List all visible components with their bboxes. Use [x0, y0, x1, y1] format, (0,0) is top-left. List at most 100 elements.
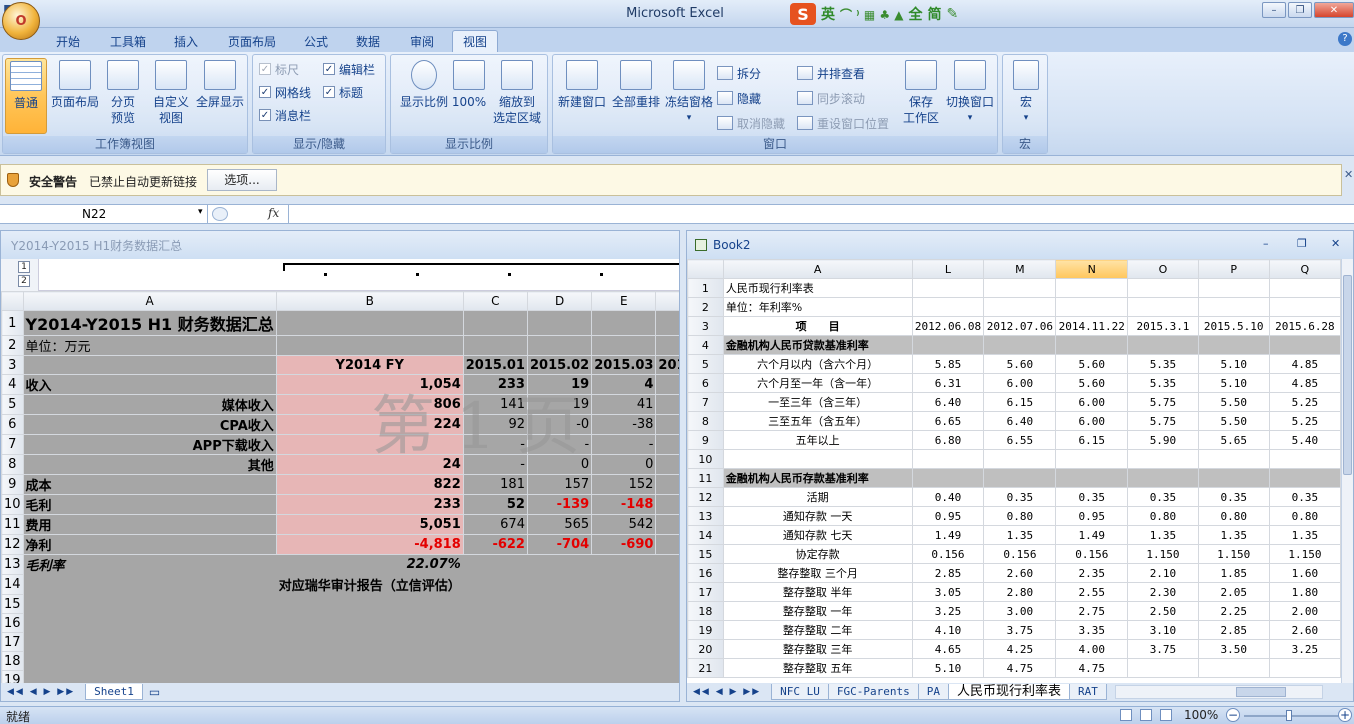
cell[interactable]: 4.85: [1268, 373, 1341, 393]
sheet-nav-icon[interactable]: ◀◀ ◀ ▶ ▶▶: [7, 687, 75, 697]
cell[interactable]: 三至五年（含五年）: [722, 411, 913, 431]
horizontal-scrollbar[interactable]: [1114, 685, 1323, 699]
cell[interactable]: 费用: [22, 514, 277, 535]
cell[interactable]: 0: [591, 454, 657, 475]
cell[interactable]: [655, 554, 679, 575]
row-header[interactable]: 13: [687, 506, 724, 526]
cell[interactable]: 2015.6.28: [1268, 316, 1341, 336]
office-button[interactable]: O: [2, 2, 40, 40]
unhide-button[interactable]: 取消隐藏: [717, 113, 785, 133]
cell[interactable]: [462, 670, 528, 683]
tab-review[interactable]: 审阅: [400, 30, 444, 52]
sheet-tab-sheet1[interactable]: Sheet1: [85, 684, 143, 700]
cell[interactable]: [655, 574, 679, 595]
cell[interactable]: [655, 670, 679, 683]
cell[interactable]: 通知存款 一天: [722, 506, 913, 526]
row-header[interactable]: 15: [1, 594, 24, 614]
cell[interactable]: 3.00: [983, 601, 1057, 621]
switch-windows-button[interactable]: 切换窗口 ▾: [943, 58, 997, 134]
cell[interactable]: 0.35: [1055, 487, 1129, 507]
cell[interactable]: 22.07%: [275, 554, 464, 575]
tab-page-layout[interactable]: 页面布局: [218, 30, 286, 52]
full-screen-button[interactable]: 全屏显示: [193, 58, 247, 134]
cell[interactable]: [591, 651, 657, 671]
scrollbar-thumb[interactable]: [1235, 687, 1286, 697]
cell[interactable]: 5.40: [1268, 430, 1341, 450]
macros-button[interactable]: 宏 ▾: [1007, 58, 1045, 134]
cell[interactable]: [22, 670, 277, 683]
row-header[interactable]: 7: [687, 392, 724, 412]
cell[interactable]: [1268, 658, 1341, 678]
normal-view-button[interactable]: 普通: [5, 58, 47, 134]
cell[interactable]: 5.50: [1197, 411, 1270, 431]
zoom-to-selection-button[interactable]: 缩放到 选定区域: [489, 58, 545, 134]
cell[interactable]: 181: [462, 474, 528, 495]
cell[interactable]: [462, 574, 528, 595]
cell[interactable]: [983, 335, 1057, 355]
headings-checkbox[interactable]: ✓ 标题: [323, 82, 363, 102]
row-header[interactable]: 6: [1, 414, 24, 435]
formula-bar-splitter-icon[interactable]: [212, 207, 228, 221]
column-header[interactable]: P: [1197, 259, 1270, 279]
column-header[interactable]: C: [462, 291, 528, 311]
cell[interactable]: 5.90: [1127, 430, 1199, 450]
cell[interactable]: 净利: [22, 534, 277, 555]
row-header[interactable]: 6: [687, 373, 724, 393]
select-all-corner[interactable]: [687, 259, 724, 279]
cell[interactable]: 152: [591, 474, 657, 495]
tab-insert[interactable]: 插入: [164, 30, 208, 52]
cell[interactable]: 5.10: [1197, 373, 1270, 393]
cell[interactable]: -: [462, 434, 528, 455]
cell[interactable]: 4.75: [1055, 658, 1129, 678]
scrollbar-thumb[interactable]: [1343, 275, 1352, 475]
zoom-in-icon[interactable]: +: [1338, 708, 1352, 722]
options-button[interactable]: 选项...: [207, 169, 277, 191]
row-header[interactable]: 7: [1, 434, 24, 455]
cell[interactable]: 0: [526, 454, 593, 475]
cell[interactable]: 0.35: [983, 487, 1057, 507]
cell[interactable]: [655, 632, 679, 652]
row-header[interactable]: 9: [1, 474, 24, 495]
cell[interactable]: [1055, 468, 1129, 488]
cell[interactable]: 2.60: [1268, 620, 1341, 640]
cell[interactable]: 92: [462, 414, 528, 435]
cell[interactable]: 1.80: [1268, 582, 1341, 602]
cell[interactable]: 2015.5.10: [1197, 316, 1270, 336]
cell[interactable]: 五年以上: [722, 430, 913, 450]
row-header[interactable]: 18: [687, 601, 724, 621]
cell[interactable]: [275, 594, 464, 614]
cell[interactable]: [526, 632, 593, 652]
cell[interactable]: [22, 574, 277, 595]
cell[interactable]: [526, 574, 593, 595]
cell[interactable]: 金融机构人民币存款基准利率: [722, 468, 913, 488]
cell[interactable]: [22, 613, 277, 633]
cell[interactable]: [1127, 297, 1199, 317]
cell[interactable]: 0.95: [1055, 506, 1129, 526]
cell[interactable]: [1268, 297, 1341, 317]
row-header[interactable]: 16: [1, 613, 24, 633]
cell[interactable]: 1.60: [1268, 563, 1341, 583]
ruler-checkbox[interactable]: ✓ 标尺: [259, 59, 299, 79]
cell[interactable]: [1127, 468, 1199, 488]
save-workspace-button[interactable]: 保存 工作区: [899, 58, 943, 134]
cell[interactable]: 822: [275, 474, 464, 495]
cell[interactable]: 2014.11.22: [1055, 316, 1129, 336]
tab-data[interactable]: 数据: [346, 30, 390, 52]
outline-dot[interactable]: [508, 273, 511, 276]
cell[interactable]: 233: [462, 374, 528, 395]
cell[interactable]: [275, 670, 464, 683]
row-header[interactable]: 18: [1, 651, 24, 671]
zoom-level[interactable]: 100%: [1184, 708, 1218, 722]
cell[interactable]: [526, 310, 593, 336]
cell[interactable]: 2.85: [911, 563, 985, 583]
cell[interactable]: [655, 613, 679, 633]
cell[interactable]: 2015.01: [462, 355, 528, 375]
column-header[interactable]: E: [591, 291, 657, 311]
cell[interactable]: 806: [275, 394, 464, 415]
cell[interactable]: 5.10: [911, 658, 985, 678]
cell[interactable]: [275, 651, 464, 671]
cell[interactable]: [462, 651, 528, 671]
row-header[interactable]: 14: [687, 525, 724, 545]
cell[interactable]: [22, 594, 277, 614]
cell[interactable]: [911, 449, 985, 469]
